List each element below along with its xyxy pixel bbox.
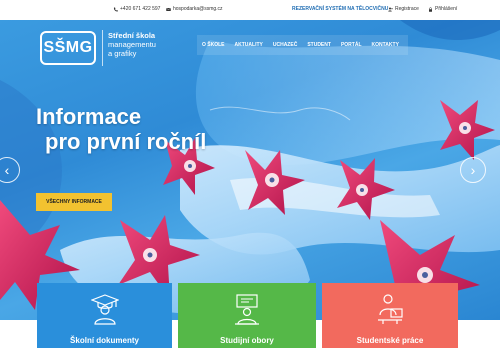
school-logo[interactable]: SŠMG [40, 31, 96, 65]
reservation-label: REZERVAČNÍ SYSTÉM NA TĚLOCVIČNU [292, 6, 389, 12]
register-link[interactable]: Registrace [388, 6, 419, 12]
reservation-link[interactable]: REZERVAČNÍ SYSTÉM NA TĚLOCVIČNU [292, 6, 388, 12]
card-study-programs[interactable]: Studijní obory [178, 283, 316, 348]
login-link[interactable]: Přihlášení [428, 6, 457, 12]
hero-headline: Informace pro první ročníl [36, 104, 206, 154]
slider-next-button[interactable]: › [460, 157, 486, 183]
login-label: Přihlášení [435, 6, 458, 12]
card-school-documents[interactable]: Školní dokumenty [37, 283, 172, 348]
all-information-button[interactable]: VŠECHNY INFORMACE [36, 193, 112, 211]
phone-contact[interactable]: +420 671 422 597 [113, 6, 160, 12]
teacher-board-icon [235, 294, 259, 325]
school-name-line-2: managementu [108, 40, 156, 49]
chevron-right-icon: › [470, 162, 476, 178]
phone-icon [113, 7, 118, 12]
card-label: Studijní obory [220, 336, 274, 345]
register-label: Registrace [395, 6, 419, 12]
hero-headline-line-2: pro první ročníl [45, 129, 207, 154]
envelope-icon [166, 7, 171, 11]
email-contact[interactable]: hospodarka@ssmg.cz [166, 6, 223, 12]
top-info-bar: +420 671 422 597 hospodarka@ssmg.cz REZE… [0, 0, 500, 20]
nav-item-student[interactable]: STUDENT [302, 42, 336, 48]
school-name-line-1: Střední škola [108, 31, 156, 40]
logo-divider [102, 30, 103, 66]
main-navigation: O ŠKOLE AKTUALITY UCHAZEČ STUDENT PORTÁL… [197, 35, 408, 55]
hero-slider: SŠMG Střední škola managementu a grafiky… [0, 20, 500, 320]
nav-item-aktuality[interactable]: AKTUALITY [230, 42, 268, 48]
school-name: Střední škola managementu a grafiky [108, 31, 156, 58]
nav-item-o-skole[interactable]: O ŠKOLE [197, 42, 230, 48]
nav-item-portal[interactable]: PORTÁL [336, 42, 367, 48]
card-label: Studentské práce [356, 336, 424, 345]
nav-item-uchazec[interactable]: UCHAZEČ [268, 42, 302, 48]
card-student-works[interactable]: Studentské práce [322, 283, 458, 348]
hero-headline-line-1: Informace [36, 104, 142, 129]
phone-number: +420 671 422 597 [120, 6, 161, 12]
user-plus-icon [388, 7, 393, 11]
chevron-left-icon: ‹ [4, 162, 10, 178]
hero-background-artwork [0, 20, 500, 320]
nav-item-kontakty[interactable]: KONTAKTY [367, 42, 404, 48]
email-address: hospodarka@ssmg.cz [173, 6, 223, 12]
school-name-line-3: a grafiky [108, 49, 137, 58]
card-label: Školní dokumenty [70, 336, 139, 345]
lock-icon [429, 6, 432, 12]
logo-text: SŠMG [43, 39, 93, 56]
graduate-icon [90, 294, 119, 325]
student-computer-icon [378, 294, 403, 324]
